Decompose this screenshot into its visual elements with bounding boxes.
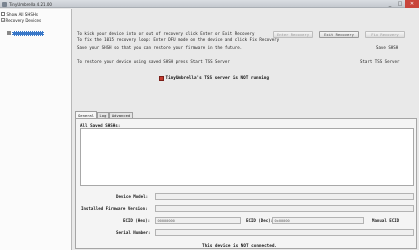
saved-shsh-list[interactable] (80, 128, 414, 186)
manual-ecid-button[interactable]: Manual ECID (372, 218, 399, 223)
start-tss-button[interactable]: Start TSS Server (360, 59, 399, 64)
title-bar: TinyUmbrella 4.21.00 _ □ ✕ (0, 0, 419, 8)
tss-status-row: TinyUmbrella's TSS server is NOT running (159, 76, 269, 81)
general-tab-panel: All Saved SHSHs: Device Model: Installed… (75, 118, 417, 249)
intro-line-recovery: To kick your device into or out of recov… (77, 31, 255, 36)
sidebar-item-label: Show All SHSHs (6, 11, 38, 17)
tss-status-text: TinyUmbrella's TSS server is NOT running (165, 76, 269, 81)
firmware-version-label: Installed Firmware Version: (81, 206, 148, 211)
serial-number-field (155, 229, 414, 236)
serial-number-label: Serial Number: (116, 230, 151, 235)
exit-recovery-button[interactable]: Exit Recovery (319, 31, 359, 38)
sidebar-item-recovery-devices[interactable]: − Recovery Devices (1, 17, 41, 23)
ecid-hex-field: 00000000 (155, 217, 241, 224)
device-model-field (155, 193, 414, 200)
ecid-hex-label: ECID (Hex): (123, 218, 151, 223)
warning-icon (159, 76, 164, 81)
save-shsh-button[interactable]: Save SHSH (376, 45, 398, 50)
enter-recovery-button[interactable]: Enter Recovery (273, 31, 313, 38)
firmware-version-field (155, 205, 414, 212)
intro-line-save: Save your SHSH so that you can restore y… (77, 45, 243, 50)
window-controls: _ □ ✕ (385, 0, 419, 8)
tab-general[interactable]: General (75, 111, 98, 118)
tree-collapse-icon[interactable]: − (1, 18, 5, 22)
selected-device-highlight[interactable] (12, 30, 44, 36)
minimize-button[interactable]: _ (385, 0, 395, 8)
intro-line-restore: To restore your device using saved SHSH … (77, 59, 230, 64)
device-icon (7, 31, 11, 35)
main-panel: To kick your device into or out of recov… (73, 9, 419, 250)
checkbox-icon[interactable] (1, 12, 5, 16)
fix-recovery-button[interactable]: Fix Recovery (365, 31, 405, 38)
ecid-dec-field: 0x00000 (272, 217, 364, 224)
ecid-dec-label: ECID (Dec): (246, 218, 274, 223)
maximize-button[interactable]: □ (395, 0, 405, 8)
sidebar-item-selected-device[interactable] (7, 30, 44, 36)
device-tree: Show All SHSHs − Recovery Devices (0, 9, 72, 250)
intro-line-fix: To fix the 1015 recovery loop: Enter DFU… (77, 37, 280, 42)
device-model-label: Device Model: (116, 194, 149, 199)
window-title: TinyUmbrella 4.21.00 (9, 1, 52, 7)
umbrella-icon (2, 1, 7, 7)
connection-status: This device is NOT connected. (202, 244, 278, 249)
close-button[interactable]: ✕ (405, 0, 419, 8)
sidebar-item-label: Recovery Devices (5, 17, 42, 23)
